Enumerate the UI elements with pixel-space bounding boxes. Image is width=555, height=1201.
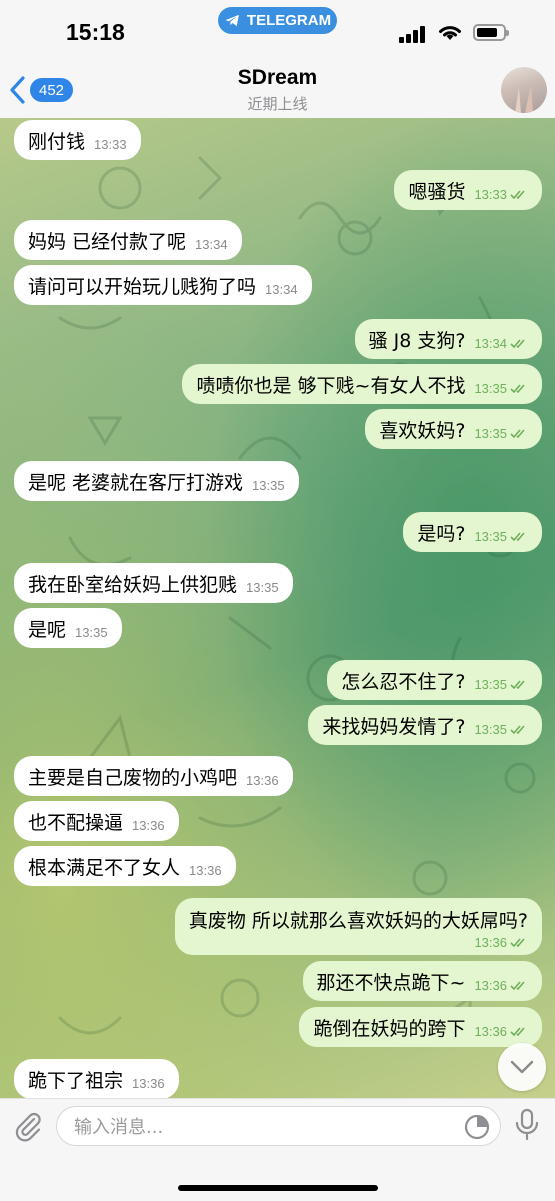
paperclip-icon[interactable] [12,1110,44,1142]
message-in[interactable]: 是呢 老婆就在客厅打游戏 13:35 [14,461,299,501]
read-checkmarks-icon [510,938,525,948]
message-time: 13:35 [474,529,528,544]
message-in[interactable]: 请问可以开始玩儿贱狗了吗 13:34 [14,265,312,305]
message-time: 13:35 [474,722,528,737]
message-in[interactable]: 跪下了祖宗 13:36 [14,1059,179,1098]
read-checkmarks-icon [510,724,525,734]
telegram-return-pill[interactable]: TELEGRAM [218,7,337,34]
message-time: 13:34 [265,281,298,297]
message-text: 妈妈 已经付款了呢 [28,230,187,253]
message-text: 是呢 老婆就在客厅打游戏 [28,471,244,494]
message-text: 骚 J8 支狗? [368,329,466,352]
message-text: 那还不快点跪下~ [316,971,466,994]
microphone-icon[interactable] [512,1108,542,1142]
message-in[interactable]: 主要是自己废物的小鸡吧 13:36 [14,756,293,796]
message-text: 啧啧你也是 够下贱~有女人不找 [196,374,466,397]
read-checkmarks-icon [510,980,525,990]
avatar[interactable] [501,67,547,113]
message-in[interactable]: 根本满足不了女人 13:36 [14,846,236,886]
message-text: 来找妈妈发情了? [322,715,466,738]
message-time: 13:36 [132,1075,165,1091]
message-text: 也不配操逼 [28,811,124,834]
message-text: 是呢 [28,618,67,641]
message-time: 13:34 [195,236,228,252]
message-time: 13:35 [474,677,528,692]
battery-icon [473,24,509,41]
message-time: 13:36 [474,978,528,993]
wifi-icon [439,26,461,40]
message-time: 13:36 [132,817,165,833]
read-checkmarks-icon [510,428,525,438]
message-text: 是吗? [417,522,466,545]
chevron-down-icon [510,1060,534,1074]
message-text: 嗯骚货 [408,180,466,203]
status-time: 15:18 [66,19,125,45]
message-time: 13:35 [252,477,285,493]
message-out[interactable]: 啧啧你也是 够下贱~有女人不找 13:35 [182,364,542,404]
message-time: 13:36 [198,935,528,950]
read-checkmarks-icon [510,1026,525,1036]
message-out[interactable]: 怎么忍不住了? 13:35 [327,660,542,700]
message-text: 怎么忍不住了? [341,670,466,693]
message-list[interactable]: 刚付钱 13:33 嗯骚货 13:33 妈妈 已经付款了呢 13:34 请问可以… [0,118,555,1098]
message-out[interactable]: 那还不快点跪下~ 13:36 [302,961,542,1001]
message-time: 13:35 [474,426,528,441]
message-out[interactable]: 嗯骚货 13:33 [394,170,542,210]
read-checkmarks-icon [510,531,525,541]
message-in[interactable]: 也不配操逼 13:36 [14,801,179,841]
message-text: 刚付钱 [28,130,86,153]
message-text: 跪下了祖宗 [28,1069,124,1092]
message-out[interactable]: 喜欢妖妈? 13:35 [365,409,542,449]
message-in[interactable]: 我在卧室给妖妈上供犯贱 13:35 [14,563,293,603]
message-out[interactable]: 跪倒在妖妈的跨下 13:36 [299,1007,542,1047]
message-text: 跪倒在妖妈的跨下 [313,1017,466,1040]
message-out[interactable]: 真废物 所以就那么喜欢妖妈的大妖屌吗? 13:36 [174,898,542,955]
cellular-signal-icon [399,25,429,43]
message-composer [0,1098,555,1201]
message-time: 13:35 [75,624,108,640]
sticker-icon[interactable] [464,1114,490,1140]
message-out[interactable]: 是吗? 13:35 [403,512,542,552]
message-text: 请问可以开始玩儿贱狗了吗 [28,275,257,298]
read-checkmarks-icon [510,383,525,393]
message-text: 喜欢妖妈? [379,419,466,442]
message-out[interactable]: 来找妈妈发情了? 13:35 [308,705,542,745]
scroll-to-bottom-button[interactable] [498,1043,546,1091]
telegram-pill-label: TELEGRAM [246,12,332,29]
message-in[interactable]: 妈妈 已经付款了呢 13:34 [14,220,242,260]
message-time: 13:35 [246,579,279,595]
read-checkmarks-icon [510,189,525,199]
message-text: 根本满足不了女人 [28,856,181,879]
home-indicator [178,1185,378,1191]
message-time: 13:33 [94,136,127,152]
last-seen-status: 近期上线 [247,95,308,113]
message-out[interactable]: 骚 J8 支狗? 13:34 [354,319,542,359]
message-text: 主要是自己废物的小鸡吧 [28,766,238,789]
telegram-icon [225,14,239,27]
message-input[interactable] [72,1107,456,1147]
message-time: 13:36 [474,1024,528,1039]
message-time: 13:36 [189,862,222,878]
chat-title[interactable]: SDream [0,66,555,90]
message-time: 13:34 [474,336,528,351]
message-time: 13:33 [474,187,528,202]
read-checkmarks-icon [510,338,525,348]
read-checkmarks-icon [510,679,525,689]
message-in[interactable]: 是呢 13:35 [14,608,122,648]
message-time: 13:36 [246,772,279,788]
message-text: 我在卧室给妖妈上供犯贱 [28,573,238,596]
message-text: 真废物 所以就那么喜欢妖妈的大妖屌吗? [188,910,528,932]
message-time: 13:35 [474,381,528,396]
message-input-field[interactable] [56,1106,501,1147]
status-bar: 15:18 TELEGRAM [0,0,555,62]
chat-header: 452 SDream 近期上线 [0,62,555,119]
message-in[interactable]: 刚付钱 13:33 [14,120,141,160]
